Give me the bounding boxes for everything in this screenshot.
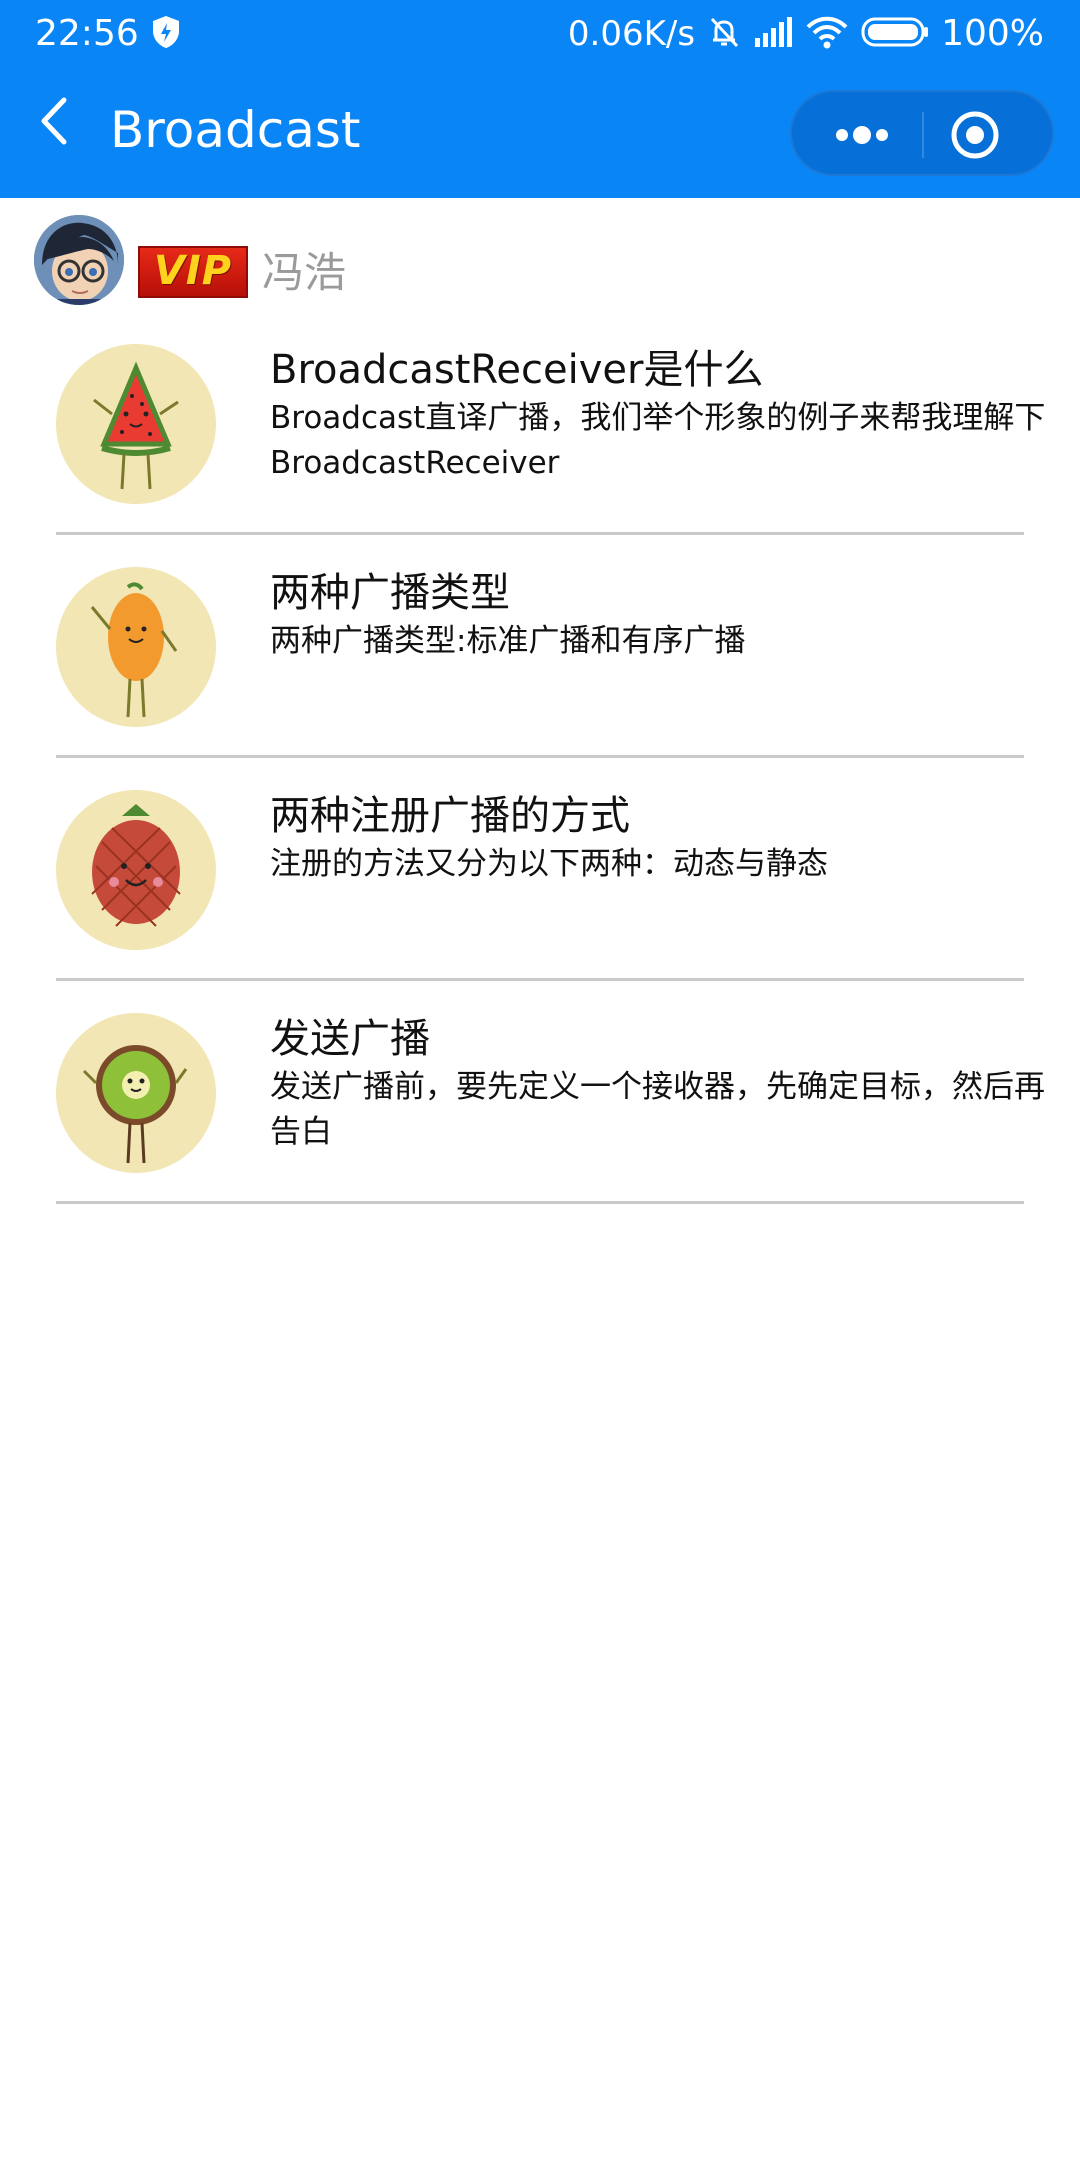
battery-icon bbox=[861, 16, 929, 52]
user-name: 冯浩 bbox=[262, 248, 347, 297]
signal-icon bbox=[753, 16, 793, 52]
mango-icon bbox=[56, 567, 216, 727]
status-indicators: 0.06K/s 100% bbox=[568, 12, 1044, 56]
list-item[interactable]: 两种注册广播的方式 注册的方法又分为以下两种：动态与静态 bbox=[0, 766, 1080, 989]
muted-bell-icon bbox=[707, 15, 741, 53]
avatar[interactable] bbox=[34, 215, 124, 305]
list-item[interactable]: BroadcastReceiver是什么 Broadcast直译广播，我们举个形… bbox=[0, 320, 1080, 543]
navigation-bar: Broadcast bbox=[0, 70, 1080, 198]
more-options-icon[interactable] bbox=[816, 110, 908, 160]
status-time: 22:56 bbox=[35, 13, 139, 54]
course-title: 两种注册广播的方式 bbox=[270, 793, 630, 839]
back-arrow-icon[interactable] bbox=[30, 92, 80, 150]
capsule-divider bbox=[922, 112, 924, 158]
list-item[interactable]: 发送广播 发送广播前，要先定义一个接收器，先确定目标，然后再告白 bbox=[0, 989, 1080, 1212]
course-title: 发送广播 bbox=[270, 1016, 430, 1062]
course-description: 发送广播前，要先定义一个接收器，先确定目标，然后再告白 bbox=[270, 1069, 1045, 1150]
course-list: BroadcastReceiver是什么 Broadcast直译广播，我们举个形… bbox=[0, 320, 1080, 1212]
status-bar: 22:56 0.06K/s 100% bbox=[0, 0, 1080, 70]
course-title: 两种广播类型 bbox=[270, 570, 510, 616]
pineapple-icon bbox=[56, 790, 216, 950]
shield-icon bbox=[152, 15, 180, 49]
network-speed: 0.06K/s bbox=[567, 14, 696, 54]
divider bbox=[56, 978, 1024, 981]
divider bbox=[56, 755, 1024, 758]
vip-badge: VIP bbox=[138, 246, 248, 298]
user-info: VIP 冯浩 bbox=[34, 215, 1034, 305]
course-description: Broadcast直译广播，我们举个形象的例子来帮我理解下BroadcastRe… bbox=[270, 400, 1046, 481]
close-mini-program-icon[interactable] bbox=[944, 106, 1006, 164]
wifi-icon bbox=[805, 15, 849, 53]
mini-program-capsule bbox=[790, 90, 1054, 176]
watermelon-icon bbox=[56, 344, 216, 504]
kiwi-icon bbox=[56, 1013, 216, 1173]
list-item[interactable]: 两种广播类型 两种广播类型:标准广播和有序广播 bbox=[0, 543, 1080, 766]
page-title: Broadcast bbox=[110, 101, 361, 159]
course-description: 注册的方法又分为以下两种：动态与静态 bbox=[270, 846, 828, 882]
course-description: 两种广播类型:标准广播和有序广播 bbox=[270, 623, 746, 659]
course-title: BroadcastReceiver是什么 bbox=[270, 347, 764, 393]
divider bbox=[56, 1201, 1024, 1204]
divider bbox=[56, 532, 1024, 535]
battery-percent: 100% bbox=[941, 13, 1044, 54]
app-header: 22:56 0.06K/s 100% Broadcast bbox=[0, 0, 1080, 198]
